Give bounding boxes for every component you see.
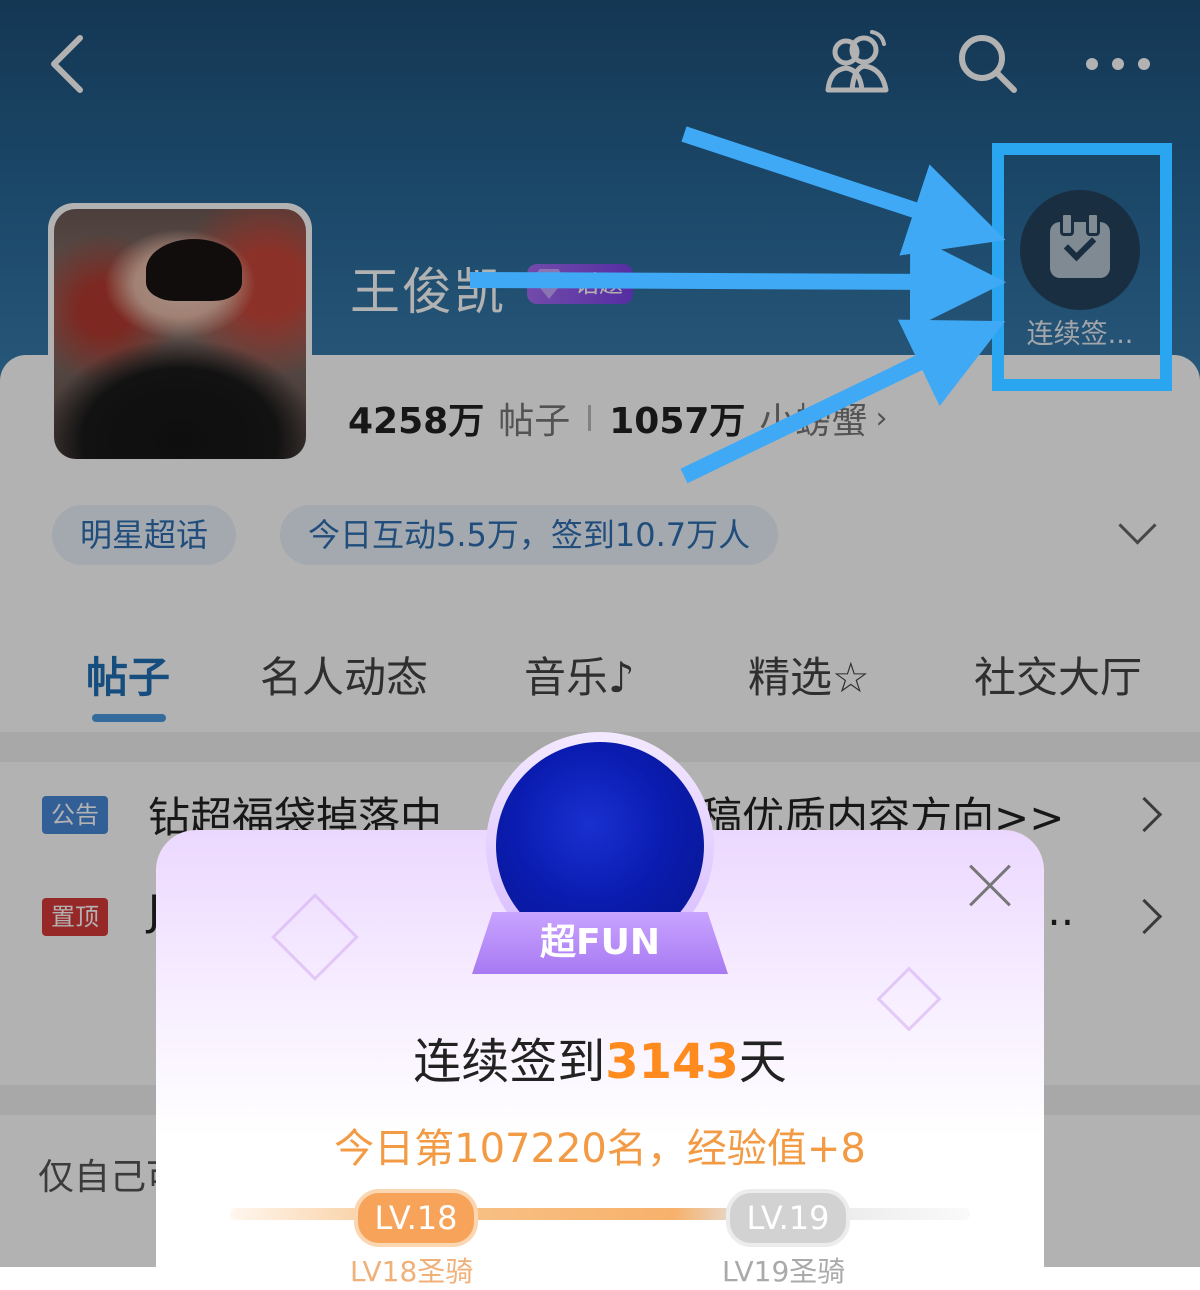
- level-next-badge: LV.19: [726, 1189, 850, 1247]
- diamond-decoration: [271, 893, 359, 981]
- annotation-highlight-box: [992, 143, 1172, 391]
- streak-days: 3143: [605, 1034, 739, 1090]
- level-current-badge: LV.18: [354, 1189, 478, 1247]
- streak-text: 连续签到3143天: [156, 1022, 1044, 1092]
- close-icon[interactable]: [968, 864, 1012, 908]
- level-current-sub: LV18圣骑: [350, 1255, 474, 1288]
- streak-prefix: 连续签到: [413, 1034, 606, 1090]
- level-progress: [230, 1208, 970, 1220]
- streak-suffix: 天: [738, 1034, 787, 1090]
- rank-text: 今日第107220名，经验值+8: [334, 1126, 866, 1172]
- level-next-sub: LV19圣骑: [722, 1255, 846, 1288]
- badge-ribbon: 超FUN: [472, 912, 728, 974]
